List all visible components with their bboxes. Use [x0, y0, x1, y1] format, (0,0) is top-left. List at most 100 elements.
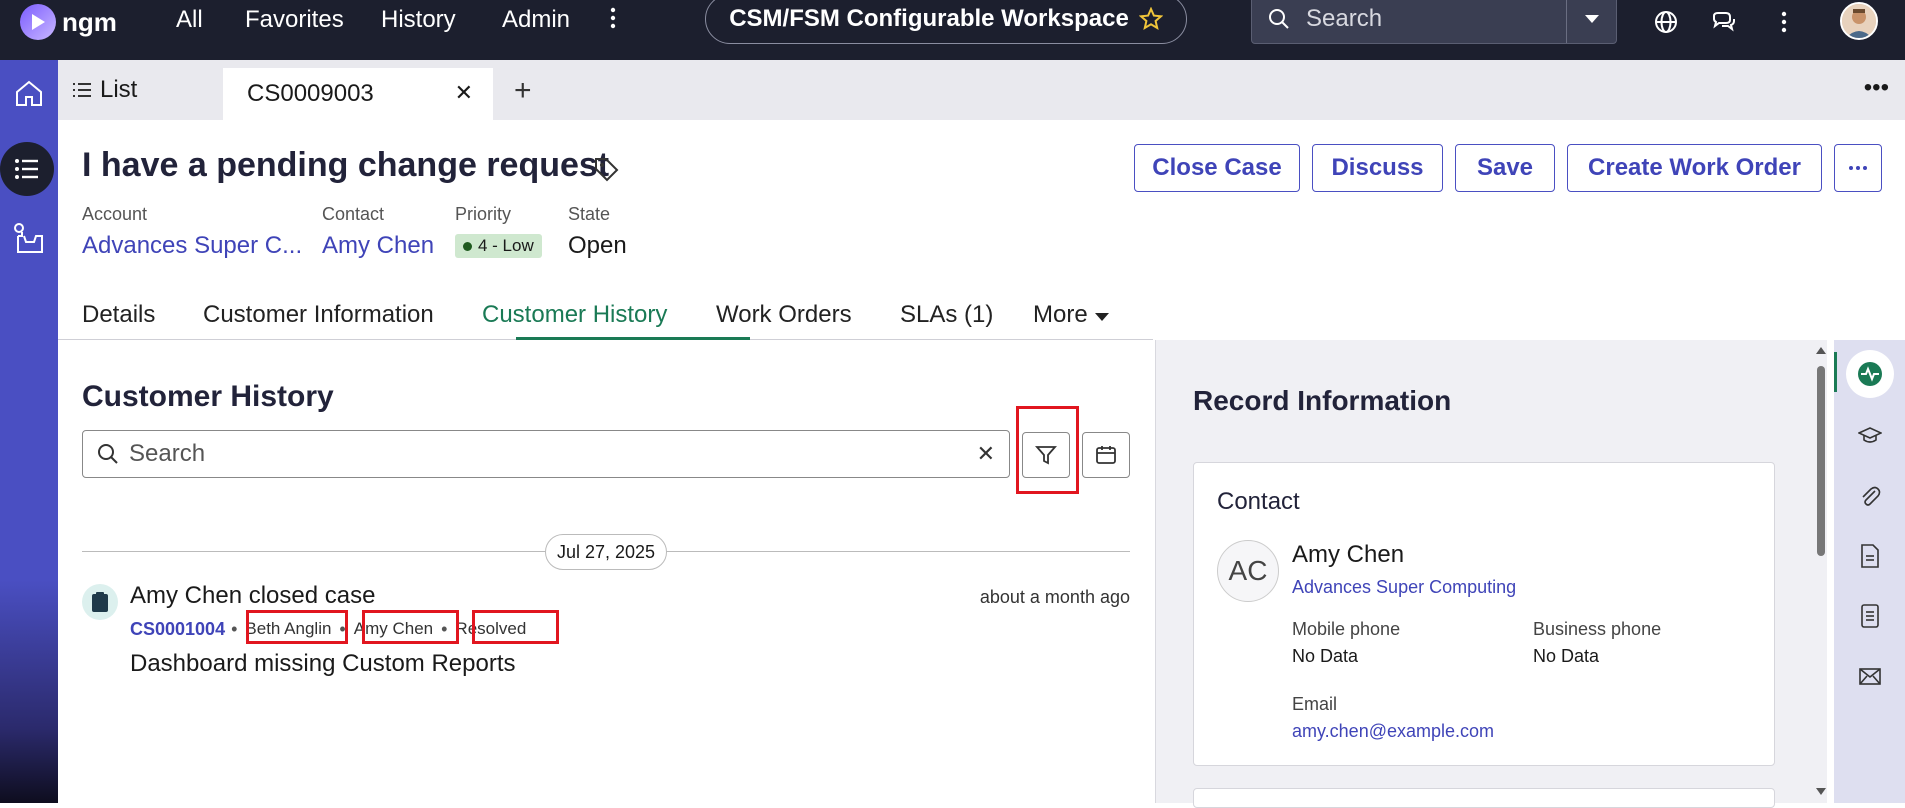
- more-actions-button[interactable]: [1834, 144, 1882, 192]
- email-link[interactable]: amy.chen@example.com: [1292, 721, 1494, 742]
- state-value: Open: [568, 232, 627, 259]
- priority-value: 4 - Low: [478, 236, 534, 255]
- tab-work-orders[interactable]: Work Orders: [716, 301, 852, 329]
- nav-all[interactable]: All: [176, 6, 203, 34]
- workspace-title: CSM/FSM Configurable Workspace: [729, 5, 1129, 32]
- left-rail: [0, 60, 58, 803]
- account-link[interactable]: Advances Super C...: [82, 232, 302, 260]
- case-icon: [82, 584, 118, 620]
- user-avatar[interactable]: [1840, 2, 1878, 40]
- priority-label: Priority: [455, 204, 512, 224]
- date-range-button[interactable]: [1082, 432, 1130, 478]
- nav-history[interactable]: History: [381, 6, 456, 34]
- filter-highlight: [1016, 406, 1079, 494]
- tab-list[interactable]: List: [72, 60, 137, 120]
- contact-avatar: AC: [1217, 540, 1279, 602]
- search-icon: [1269, 9, 1289, 29]
- tag-icon[interactable]: [592, 155, 620, 183]
- inbox-button[interactable]: [4, 214, 54, 264]
- record-title: I have a pending change request: [82, 146, 610, 184]
- tab-overflow-icon[interactable]: •••: [1864, 74, 1889, 102]
- history-search[interactable]: Search ✕: [82, 430, 1010, 478]
- activity-time: about a month ago: [979, 587, 1130, 607]
- tab-more[interactable]: More: [1033, 301, 1110, 329]
- list-icon: [15, 159, 38, 179]
- active-rail-indicator: [1834, 352, 1837, 392]
- tab-details[interactable]: Details: [82, 301, 155, 329]
- email-button[interactable]: [1846, 652, 1894, 700]
- tab-customer-history[interactable]: Customer History: [482, 301, 667, 329]
- close-icon[interactable]: ✕: [455, 80, 473, 106]
- priority-dot-icon: [463, 241, 472, 251]
- scroll-thumb[interactable]: [1817, 366, 1825, 556]
- chat-icon[interactable]: [1710, 8, 1738, 36]
- attachments-button[interactable]: [1846, 472, 1894, 520]
- list-lines-icon: [73, 83, 91, 97]
- case-link[interactable]: CS0001004: [130, 619, 225, 640]
- state-highlight: [472, 610, 559, 644]
- globe-icon[interactable]: [1652, 8, 1680, 36]
- notes-icon: [1861, 604, 1879, 628]
- contact-link[interactable]: Amy Chen: [322, 232, 434, 260]
- list-view-button[interactable]: [0, 142, 54, 196]
- add-tab-icon[interactable]: +: [514, 74, 532, 108]
- mobile-phone-value: No Data: [1292, 646, 1359, 666]
- tab-customer-information[interactable]: Customer Information: [203, 301, 434, 329]
- activity-description: Dashboard missing Custom Reports: [130, 650, 516, 677]
- knowledge-button[interactable]: [1846, 412, 1894, 460]
- tab-record[interactable]: CS0009003 ✕: [223, 68, 493, 120]
- save-button[interactable]: Save: [1455, 144, 1555, 192]
- home-icon: [16, 80, 42, 106]
- close-case-button[interactable]: Close Case: [1134, 144, 1300, 192]
- document-button[interactable]: [1846, 532, 1894, 580]
- more-nav-icon[interactable]: [608, 6, 618, 37]
- state-label: State: [568, 204, 611, 224]
- calendar-icon: [1096, 446, 1116, 464]
- contact-highlight: [362, 610, 459, 644]
- tab-slas[interactable]: SLAs (1): [900, 301, 993, 329]
- email-label: Email: [1292, 694, 1338, 714]
- search-icon: [98, 444, 118, 464]
- global-search-input[interactable]: Search: [1306, 5, 1566, 33]
- tab-list-label: List: [100, 76, 138, 103]
- business-phone-label: Business phone: [1533, 619, 1662, 639]
- contact-company-link[interactable]: Advances Super Computing: [1292, 577, 1516, 598]
- nav-admin[interactable]: Admin: [502, 6, 570, 34]
- caret-down-icon: [1095, 313, 1110, 321]
- paperclip-icon: [1862, 486, 1881, 506]
- date-pill: Jul 27, 2025: [545, 534, 667, 570]
- logo[interactable]: ngm: [20, 4, 117, 40]
- chevron-down-icon: [1584, 15, 1599, 23]
- assignee-highlight: [246, 610, 348, 644]
- inbox-icon: [14, 223, 43, 253]
- tab-record-label: CS0009003: [247, 80, 374, 107]
- history-search-input[interactable]: Search: [129, 440, 977, 468]
- activity-title: Amy Chen closed case: [130, 582, 376, 609]
- star-icon[interactable]: [1138, 7, 1163, 31]
- priority-badge: 4 - Low: [455, 234, 542, 258]
- notes-button[interactable]: [1846, 592, 1894, 640]
- contact-name: Amy Chen: [1292, 541, 1405, 568]
- contact-card-title: Contact: [1217, 488, 1300, 515]
- discuss-button[interactable]: Discuss: [1312, 144, 1443, 192]
- contact-label: Contact: [322, 204, 385, 224]
- play-icon: [20, 4, 56, 40]
- top-bar: ngm All Favorites History Admin CSM/FSM …: [0, 0, 1905, 60]
- clear-search-icon[interactable]: ✕: [977, 441, 995, 467]
- record-tabs: Details Customer Information Customer Hi…: [58, 295, 1153, 340]
- history-title: Customer History: [82, 380, 334, 413]
- record-info-title: Record Information: [1193, 385, 1452, 416]
- home-button[interactable]: [4, 68, 54, 118]
- account-label: Account: [82, 204, 148, 224]
- nav-favorites[interactable]: Favorites: [245, 6, 344, 34]
- create-work-order-button[interactable]: Create Work Order: [1567, 144, 1822, 192]
- tab-more-label: More: [1033, 301, 1088, 328]
- separator: •: [231, 618, 238, 639]
- global-search[interactable]: Search: [1251, 0, 1617, 44]
- workspace-switcher[interactable]: CSM/FSM Configurable Workspace: [705, 0, 1187, 44]
- more-horizontal-icon: [1849, 166, 1867, 170]
- search-scope-dropdown[interactable]: [1566, 0, 1616, 43]
- more-options-icon[interactable]: [1770, 8, 1798, 36]
- activity-button[interactable]: [1846, 350, 1894, 398]
- tab-strip: List CS0009003 ✕ + •••: [58, 60, 1905, 120]
